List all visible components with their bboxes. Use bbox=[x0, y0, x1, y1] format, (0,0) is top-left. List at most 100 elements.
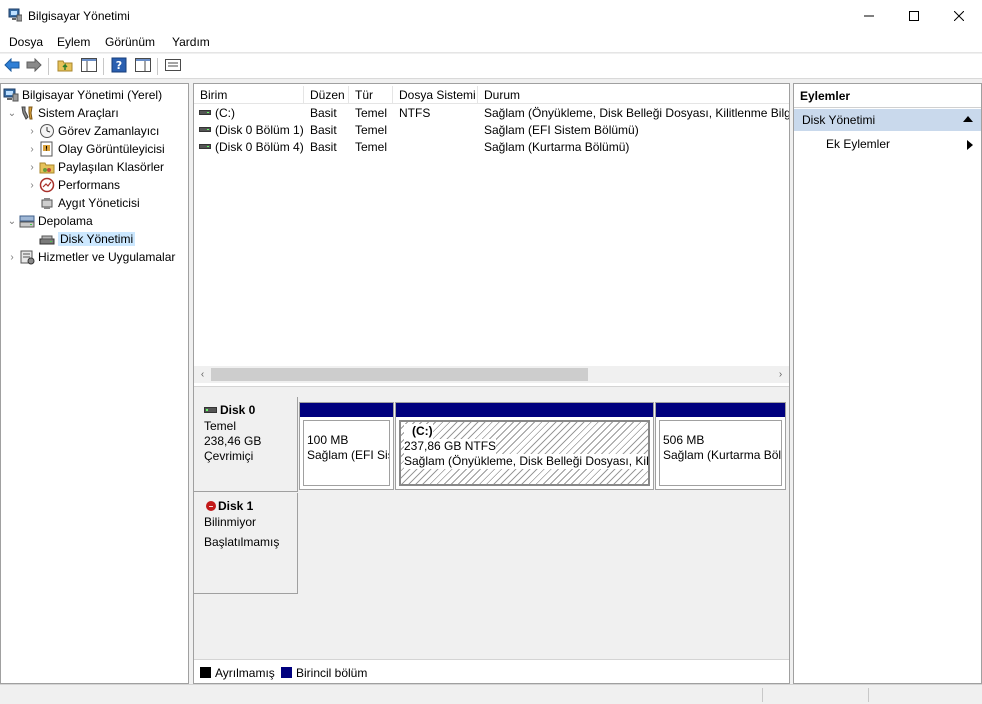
device-manager-icon bbox=[39, 195, 55, 211]
properties-button[interactable] bbox=[164, 58, 182, 75]
menu-bar: Dosya Eylem Görünüm Yardım bbox=[0, 31, 982, 53]
tools-icon bbox=[19, 105, 35, 121]
tree-item-label: Hizmetler ve Uygulamalar bbox=[38, 250, 176, 264]
partition-bar bbox=[656, 403, 785, 417]
tree-item-label: Disk Yönetimi bbox=[58, 232, 136, 246]
partition-size: 506 MB bbox=[663, 433, 705, 447]
actions-section-disk-management[interactable]: Disk Yönetimi bbox=[794, 109, 981, 131]
partition-recovery[interactable]: 506 MB Sağlam (Kurtarma Bölümü) bbox=[655, 402, 786, 490]
volume-list: Birim Düzen Tür Dosya Sistemi Durum (C:)… bbox=[194, 84, 789, 386]
disk-status: Çevrimiçi bbox=[204, 449, 254, 463]
collapse-up-icon[interactable] bbox=[963, 116, 973, 122]
disk-1-label[interactable]: – Disk 1 Bilinmiyor Başlatılmamış bbox=[194, 493, 298, 594]
show-hide-tree-button[interactable] bbox=[80, 58, 98, 75]
computer-icon bbox=[3, 87, 19, 103]
cell-dosya-sistemi: NTFS bbox=[399, 106, 431, 120]
column-header-dosya-sistemi[interactable]: Dosya Sistemi bbox=[393, 86, 478, 104]
minimize-button[interactable] bbox=[846, 0, 892, 31]
disk-name: Disk 0 bbox=[220, 403, 256, 417]
partition-efi[interactable]: 100 MB Sağlam (EFI Sistem Bölümü) bbox=[299, 402, 394, 490]
tree-item-event-viewer[interactable]: › ! Olay Görüntüleyicisi bbox=[25, 140, 165, 158]
actions-section-label: Disk Yönetimi bbox=[802, 113, 876, 127]
chevron-right-icon[interactable]: › bbox=[5, 248, 19, 266]
tree-item-label: Performans bbox=[58, 178, 121, 192]
disk-1-area bbox=[299, 493, 789, 593]
menu-gorunum[interactable]: Görünüm bbox=[105, 35, 155, 49]
chevron-right-icon[interactable]: › bbox=[25, 176, 39, 194]
scroll-left-icon[interactable]: ‹ bbox=[194, 366, 211, 383]
up-level-button[interactable] bbox=[56, 58, 74, 75]
disk-0-label[interactable]: Disk 0 Temel 238,46 GB Çevrimiçi bbox=[194, 397, 298, 492]
legend-swatch-unallocated bbox=[200, 667, 211, 678]
menu-eylem[interactable]: Eylem bbox=[57, 35, 90, 49]
actions-pane: Eylemler Disk Yönetimi Ek Eylemler bbox=[793, 83, 982, 684]
scrollbar-thumb[interactable] bbox=[211, 368, 588, 381]
navigation-tree: Bilgisayar Yönetimi (Yerel) ⌄ Sistem Ara… bbox=[0, 83, 189, 684]
menu-dosya[interactable]: Dosya bbox=[9, 35, 43, 49]
tree-item-device-manager[interactable]: Aygıt Yöneticisi bbox=[39, 194, 140, 212]
help-button[interactable]: ? bbox=[110, 57, 128, 75]
show-hide-tree-icon bbox=[81, 58, 97, 75]
legend-swatch-primary bbox=[281, 667, 292, 678]
chevron-down-icon[interactable]: ⌄ bbox=[5, 104, 19, 122]
partition-c[interactable]: (C:) 237,86 GB NTFS Sağlam (Önyükleme, D… bbox=[395, 402, 654, 490]
disk-type: Bilinmiyor bbox=[204, 515, 257, 529]
tree-item-performance[interactable]: › Performans bbox=[25, 176, 120, 194]
tree-item-label: Depolama bbox=[38, 214, 93, 228]
partition-title: (C:) bbox=[404, 424, 433, 439]
column-header-durum[interactable]: Durum bbox=[478, 86, 789, 104]
event-viewer-icon: ! bbox=[39, 141, 55, 157]
tree-item-services-applications[interactable]: › Hizmetler ve Uygulamalar bbox=[5, 248, 175, 266]
menu-yardim[interactable]: Yardım bbox=[172, 35, 210, 49]
partition-bar bbox=[396, 403, 653, 417]
volume-list-header: Birim Düzen Tür Dosya Sistemi Durum bbox=[194, 86, 789, 104]
disk-type: Temel bbox=[204, 419, 237, 433]
volume-icon bbox=[199, 144, 211, 150]
actions-header: Eylemler bbox=[794, 84, 981, 108]
tree-item-shared-folders[interactable]: › Paylaşılan Klasörler bbox=[25, 158, 164, 176]
back-button[interactable] bbox=[3, 57, 21, 75]
table-row[interactable]: (Disk 0 Bölüm 1) Basit Temel Sağlam (EFI… bbox=[194, 122, 789, 139]
status-bar bbox=[0, 684, 982, 704]
cell-durum: Sağlam (Kurtarma Bölümü) bbox=[484, 140, 630, 154]
computer-management-icon bbox=[8, 8, 23, 22]
horizontal-scrollbar[interactable]: ‹ › bbox=[194, 366, 789, 383]
partition-status: Sağlam (Önyükleme, Disk Belleği Dosyası,… bbox=[404, 454, 648, 469]
action-pane-button[interactable] bbox=[134, 58, 152, 75]
tree-item-computer-management[interactable]: Bilgisayar Yönetimi (Yerel) bbox=[3, 86, 162, 104]
volume-icon bbox=[199, 127, 211, 133]
column-header-birim[interactable]: Birim bbox=[194, 86, 304, 104]
table-row[interactable]: (C:) Basit Temel NTFS Sağlam (Önyükleme,… bbox=[194, 105, 789, 122]
disk-graph-view: Disk 0 Temel 238,46 GB Çevrimiçi 100 MB … bbox=[194, 391, 789, 659]
column-header-duzen[interactable]: Düzen bbox=[304, 86, 349, 104]
partition-size: 237,86 GB NTFS bbox=[404, 439, 497, 454]
more-actions-item[interactable]: Ek Eylemler bbox=[794, 135, 981, 155]
legend-label-unallocated: Ayrılmamış bbox=[215, 666, 275, 680]
maximize-button[interactable] bbox=[891, 0, 937, 31]
shared-folder-icon bbox=[39, 159, 55, 175]
chevron-right-icon[interactable]: › bbox=[25, 122, 39, 140]
tree-item-system-tools[interactable]: ⌄ Sistem Araçları bbox=[5, 104, 119, 122]
forward-button[interactable] bbox=[25, 57, 43, 75]
partition-bar bbox=[300, 403, 393, 417]
chevron-right-icon[interactable]: › bbox=[25, 158, 39, 176]
column-header-tur[interactable]: Tür bbox=[349, 86, 393, 104]
legend-label-primary: Birincil bölüm bbox=[296, 666, 368, 680]
chevron-right-icon[interactable]: › bbox=[25, 140, 39, 158]
scroll-right-icon[interactable]: › bbox=[772, 366, 789, 383]
toolbar: ? bbox=[0, 54, 982, 79]
cell-tur: Temel bbox=[355, 123, 388, 137]
clock-icon bbox=[39, 123, 55, 139]
cell-duzen: Basit bbox=[310, 123, 337, 137]
tree-item-task-scheduler[interactable]: › Görev Zamanlayıcı bbox=[25, 122, 159, 140]
partition-size: 100 MB bbox=[307, 433, 349, 447]
tree-item-disk-management[interactable]: Disk Yönetimi bbox=[39, 230, 136, 248]
properties-icon bbox=[165, 58, 181, 75]
tree-item-storage[interactable]: ⌄ Depolama bbox=[5, 212, 93, 230]
tree-item-label: Aygıt Yöneticisi bbox=[58, 196, 140, 210]
chevron-down-icon[interactable]: ⌄ bbox=[5, 212, 19, 230]
partition-status: Sağlam (EFI Sistem Bölümü) bbox=[307, 448, 389, 462]
table-row[interactable]: (Disk 0 Bölüm 4) Basit Temel Sağlam (Kur… bbox=[194, 139, 789, 156]
disk-management-pane: Birim Düzen Tür Dosya Sistemi Durum (C:)… bbox=[193, 83, 790, 684]
close-button[interactable] bbox=[936, 0, 982, 31]
